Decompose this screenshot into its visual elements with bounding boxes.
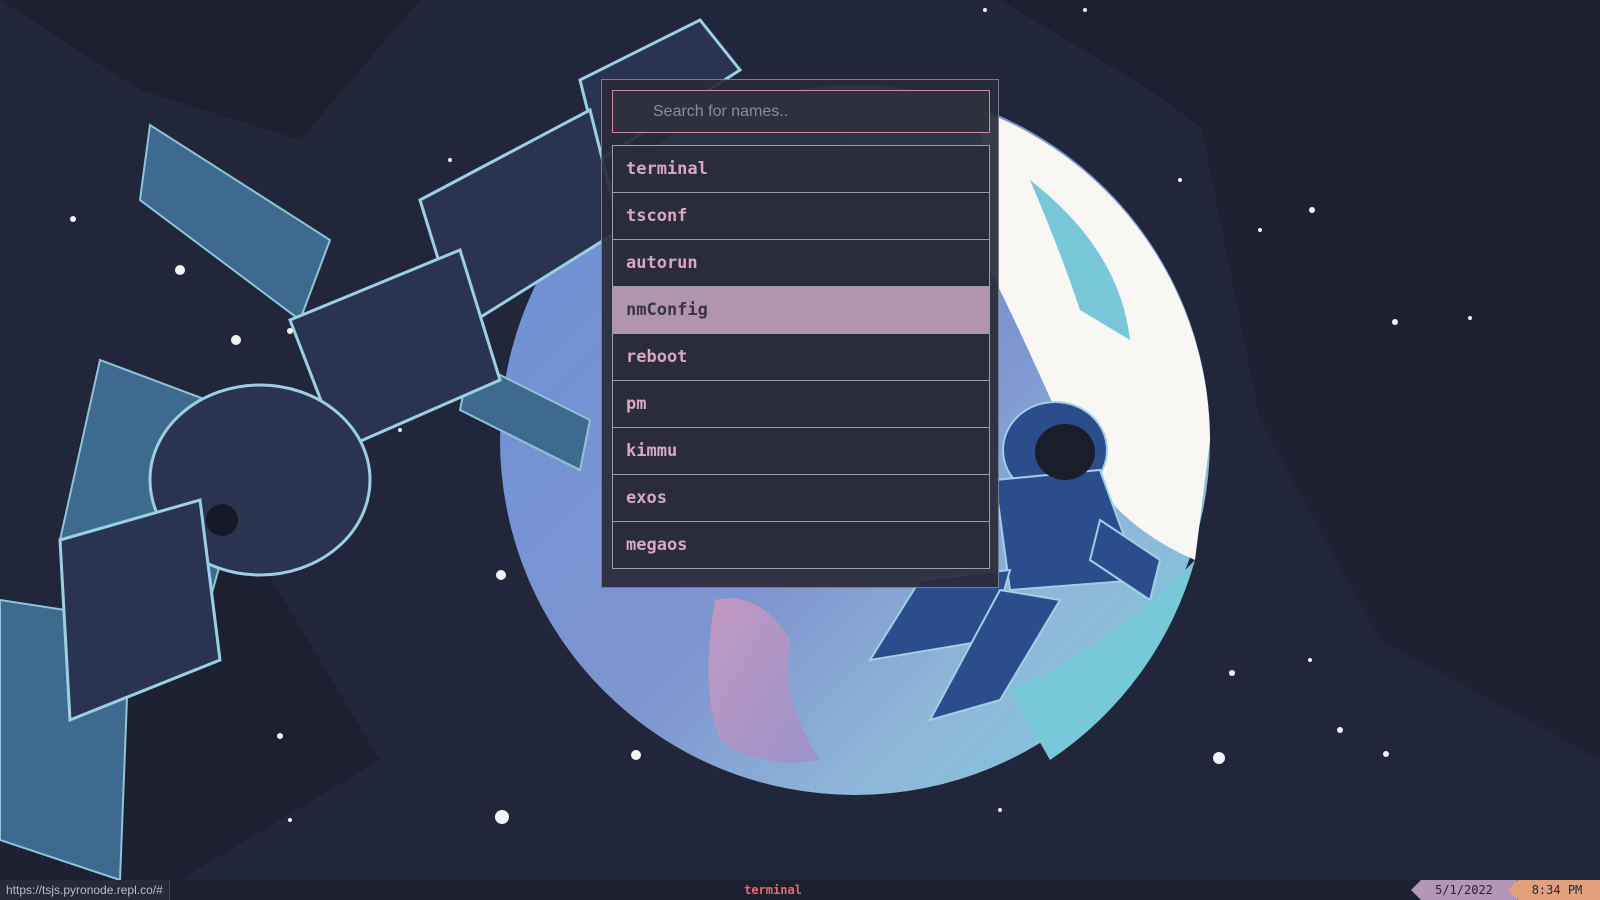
search-input[interactable] <box>612 90 990 133</box>
status-url: https://tsjs.pyronode.repl.co/# <box>0 880 170 900</box>
date-display: 5/1/2022 <box>1411 880 1517 900</box>
app-list: terminal tsconf autorun nmConfig reboot … <box>612 145 990 569</box>
taskbar: https://tsjs.pyronode.repl.co/# terminal… <box>0 880 1600 900</box>
app-item-megaos[interactable]: megaos <box>612 522 990 569</box>
app-item-kimmu[interactable]: kimmu <box>612 428 990 475</box>
app-item-exos[interactable]: exos <box>612 475 990 522</box>
app-item-nmconfig[interactable]: nmConfig <box>612 287 990 334</box>
desktop: terminal tsconf autorun nmConfig reboot … <box>0 0 1600 900</box>
app-item-tsconf[interactable]: tsconf <box>612 193 990 240</box>
app-item-pm[interactable]: pm <box>612 381 990 428</box>
active-task-label[interactable]: terminal <box>700 880 846 900</box>
app-item-autorun[interactable]: autorun <box>612 240 990 287</box>
app-item-terminal[interactable]: terminal <box>612 145 990 193</box>
clock-display: 8:34 PM <box>1508 880 1600 900</box>
app-item-reboot[interactable]: reboot <box>612 334 990 381</box>
app-launcher: terminal tsconf autorun nmConfig reboot … <box>601 79 999 588</box>
